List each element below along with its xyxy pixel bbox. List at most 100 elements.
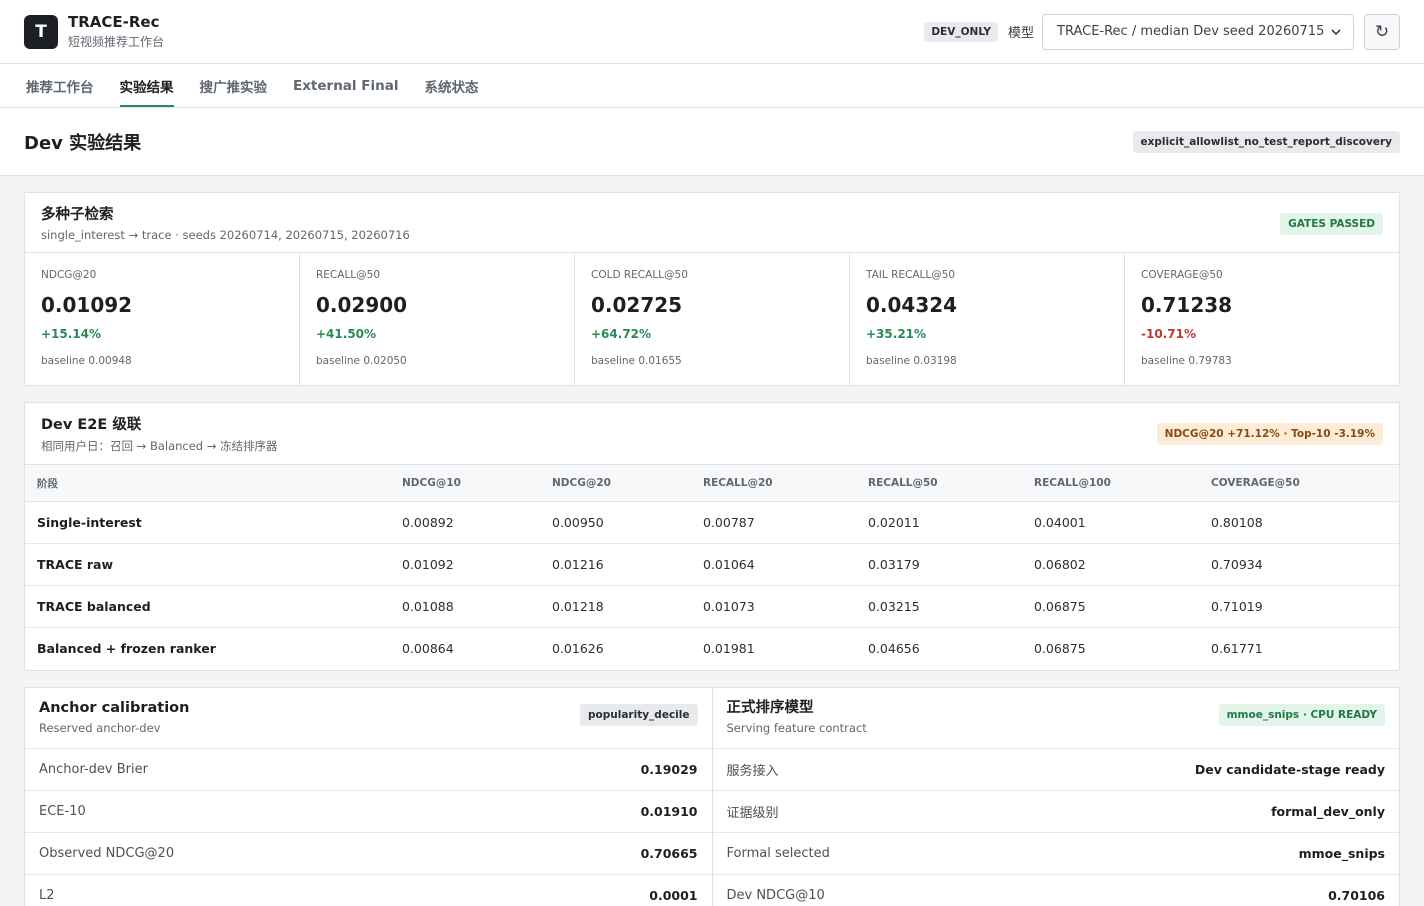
cell-value: 0.03179 bbox=[856, 543, 1022, 586]
model-label: 模型 bbox=[1007, 26, 1034, 41]
main-tabs: 推荐工作台 实验结果 搜广推实验 External Final 系统状态 bbox=[0, 64, 1424, 108]
table-row: Balanced + frozen ranker 0.00864 0.01626… bbox=[25, 628, 1399, 670]
metric-baseline: baseline 0.01655 bbox=[591, 355, 682, 367]
cell-value: 0.00892 bbox=[390, 501, 540, 544]
col-ndcg10: NDCG@10 bbox=[390, 464, 540, 502]
page-title: Dev 实验结果 bbox=[24, 132, 142, 154]
chevron-down-icon bbox=[1331, 28, 1341, 35]
kv-value: 0.01910 bbox=[640, 803, 698, 819]
app-subtitle: 短视频推荐工作台 bbox=[68, 34, 165, 49]
cell-value: 0.01626 bbox=[552, 641, 604, 657]
kv-row: Formal selected mmoe_snips bbox=[712, 831, 1399, 874]
ranker-status-badge: mmoe_snips · CPU READY bbox=[1218, 703, 1385, 726]
kv-key: Formal selected bbox=[726, 845, 830, 861]
policy-tag: explicit_allowlist_no_test_report_discov… bbox=[1132, 130, 1400, 153]
anchor-header: Anchor calibration Reserved anchor-dev p… bbox=[25, 688, 712, 748]
metric-tail-recall50: TAIL RECALL@50 0.04324 +35.21% baseline … bbox=[850, 253, 1125, 385]
page-title-bar: Dev 实验结果 explicit_allowlist_no_test_repo… bbox=[0, 108, 1424, 176]
multi-seed-subtitle: single_interest → trace · seeds 20260714… bbox=[41, 228, 410, 242]
cell-value: 0.70934 bbox=[1199, 543, 1399, 586]
col-ndcg20: NDCG@20 bbox=[540, 464, 691, 502]
table-row: Single-interest 0.00892 0.00950 0.00787 … bbox=[25, 501, 1399, 544]
metric-baseline: baseline 0.02050 bbox=[316, 355, 407, 367]
anchor-calibration-panel: Anchor calibration Reserved anchor-dev p… bbox=[25, 688, 712, 906]
metric-value: 0.71238 bbox=[1141, 293, 1233, 317]
e2e-summary-badge: NDCG@20 +71.12% · Top-10 -3.19% bbox=[1156, 423, 1383, 445]
cell-stage: Balanced + frozen ranker bbox=[37, 641, 216, 657]
cell-stage: TRACE raw bbox=[25, 543, 390, 586]
tab-experiment-results[interactable]: 实验结果 bbox=[119, 64, 174, 107]
kv-row: Dev NDCG@10 0.70106 bbox=[712, 873, 1399, 906]
refresh-icon: ↻ bbox=[1374, 21, 1390, 42]
kv-value: 0.70665 bbox=[640, 845, 698, 861]
tab-search-ads-rec[interactable]: 搜广推实验 bbox=[200, 64, 268, 107]
cell-value: 0.03215 bbox=[856, 585, 1022, 628]
model-select-value: TRACE-Rec / median Dev seed 20260715 bbox=[1057, 24, 1325, 39]
metric-ndcg20: NDCG@20 0.01092 +15.14% baseline 0.00948 bbox=[25, 253, 300, 385]
tab-system-status[interactable]: 系统状态 bbox=[424, 64, 478, 107]
col-recall50: RECALL@50 bbox=[856, 464, 1022, 502]
cell-stage: TRACE balanced bbox=[25, 585, 390, 628]
col-coverage50: COVERAGE@50 bbox=[1199, 464, 1399, 502]
kv-value: 0.0001 bbox=[649, 887, 698, 903]
metric-cold-recall50: COLD RECALL@50 0.02725 +64.72% baseline … bbox=[575, 253, 850, 385]
kv-value: Dev candidate-stage ready bbox=[1194, 761, 1385, 777]
e2e-subtitle: 相同用户日：召回 → Balanced → 冻结排序器 bbox=[41, 439, 278, 453]
refresh-button[interactable]: ↻ bbox=[1364, 13, 1400, 50]
cell-value: 0.01981 bbox=[703, 641, 755, 657]
metric-recall50: RECALL@50 0.02900 +41.50% baseline 0.020… bbox=[300, 253, 575, 385]
header-controls: DEV_ONLY 模型 TRACE-Rec / median Dev seed … bbox=[924, 13, 1400, 50]
kv-value: mmoe_snips bbox=[1298, 845, 1385, 861]
cell-value: 0.01064 bbox=[691, 543, 856, 586]
metric-delta: +35.21% bbox=[866, 327, 927, 341]
table-row: TRACE raw 0.01092 0.01216 0.01064 0.0317… bbox=[25, 543, 1399, 586]
tab-external-final[interactable]: External Final bbox=[293, 64, 398, 107]
kv-row: 证据级别 formal_dev_only bbox=[712, 789, 1399, 832]
cell-value: 0.04001 bbox=[1022, 501, 1199, 544]
col-recall20: RECALL@20 bbox=[691, 464, 856, 502]
kv-value: 0.70106 bbox=[1328, 887, 1385, 903]
e2e-header: Dev E2E 级联 相同用户日：召回 → Balanced → 冻结排序器 N… bbox=[25, 403, 1399, 464]
tab-workbench[interactable]: 推荐工作台 bbox=[26, 64, 94, 107]
ranker-subtitle: Serving feature contract bbox=[726, 720, 867, 735]
metric-delta: +64.72% bbox=[591, 327, 652, 341]
metric-label: TAIL RECALL@50 bbox=[866, 269, 956, 281]
metric-label: NDCG@20 bbox=[41, 269, 97, 281]
metric-baseline: baseline 0.79783 bbox=[1141, 355, 1232, 367]
multi-seed-title: 多种子检索 bbox=[41, 207, 114, 223]
anchor-tag: popularity_decile bbox=[580, 703, 698, 726]
cell-value: 0.80108 bbox=[1199, 501, 1399, 544]
metric-label: COLD RECALL@50 bbox=[591, 269, 688, 281]
cell-value: 0.71019 bbox=[1199, 585, 1399, 628]
kv-key: Observed NDCG@20 bbox=[39, 845, 175, 861]
cell-value: 0.00864 bbox=[402, 641, 454, 657]
cell-value: 0.61771 bbox=[1211, 641, 1263, 657]
metric-delta: -10.71% bbox=[1141, 327, 1196, 341]
cell-value: 0.01092 bbox=[390, 543, 540, 586]
app-logo: T bbox=[24, 14, 58, 49]
multi-seed-card: 多种子检索 single_interest → trace · seeds 20… bbox=[24, 192, 1400, 386]
cell-value: 0.01073 bbox=[691, 585, 856, 628]
page-content: 多种子检索 single_interest → trace · seeds 20… bbox=[0, 176, 1424, 906]
app-title: TRACE-Rec bbox=[68, 12, 160, 31]
model-select[interactable]: TRACE-Rec / median Dev seed 20260715 bbox=[1042, 13, 1354, 50]
cell-value: 0.01218 bbox=[540, 585, 691, 628]
metric-delta: +15.14% bbox=[41, 327, 102, 341]
multi-seed-header: 多种子检索 single_interest → trace · seeds 20… bbox=[25, 193, 1399, 252]
kv-key: 证据级别 bbox=[726, 805, 779, 821]
metric-label: RECALL@50 bbox=[316, 269, 381, 281]
kv-row: Anchor-dev Brier 0.19029 bbox=[25, 747, 712, 790]
anchor-title: Anchor calibration bbox=[39, 699, 190, 716]
brand: TRACE-Rec 短视频推荐工作台 bbox=[68, 13, 164, 51]
metric-baseline: baseline 0.03198 bbox=[866, 355, 957, 367]
kv-key: Dev NDCG@10 bbox=[726, 887, 825, 903]
ranker-title: 正式排序模型 bbox=[726, 699, 814, 716]
metric-delta: +41.50% bbox=[316, 327, 377, 341]
cell-stage: Single-interest bbox=[25, 501, 390, 544]
detail-panels: Anchor calibration Reserved anchor-dev p… bbox=[24, 686, 1400, 906]
cell-value: 0.04656 bbox=[868, 641, 920, 657]
cell-value: 0.06875 bbox=[1034, 641, 1086, 657]
kv-row: L2 0.0001 bbox=[25, 873, 712, 906]
cell-value: 0.02011 bbox=[856, 501, 1022, 544]
kv-key: 服务接入 bbox=[726, 763, 779, 779]
